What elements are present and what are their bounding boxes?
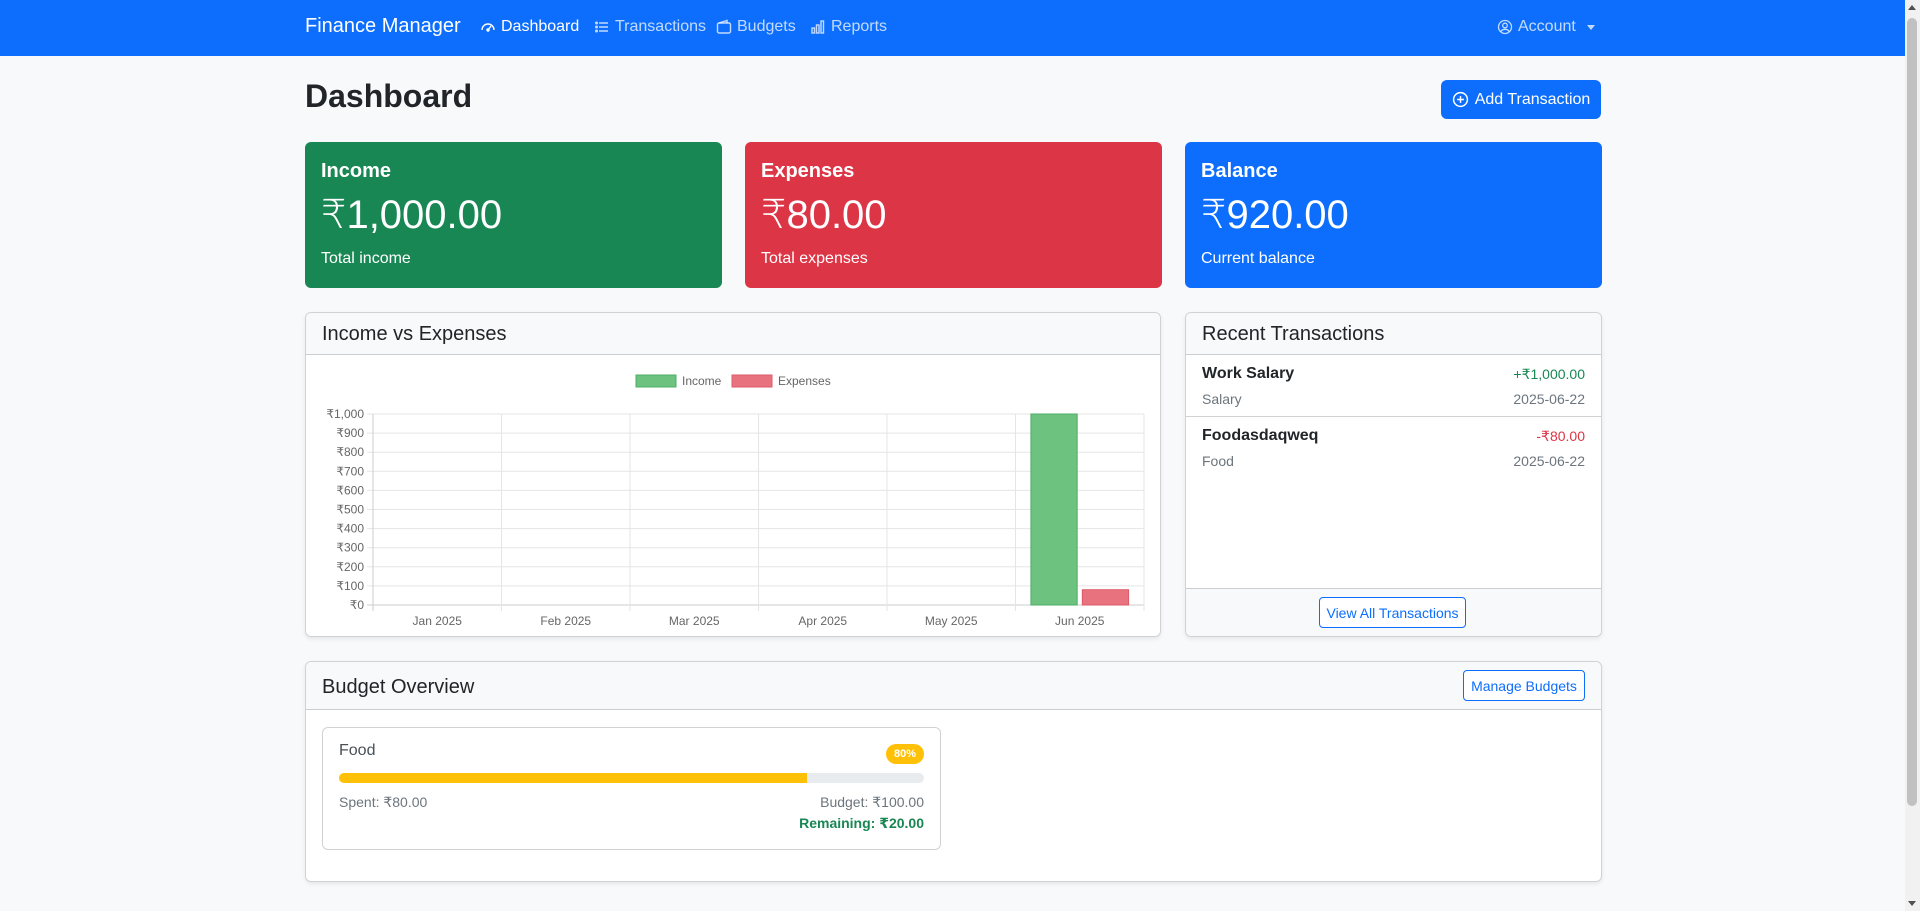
budget-overview-card: Budget Overview Manage Budgets Food 80% …	[305, 661, 1602, 882]
manage-budgets-button[interactable]: Manage Budgets	[1463, 670, 1585, 701]
bar-expenses	[1081, 589, 1130, 606]
nav-budgets-label: Budgets	[737, 18, 796, 35]
y-tick-label: ₹700	[336, 464, 364, 478]
budget-spent: Spent: ₹80.00	[339, 794, 428, 810]
balance-value: ₹920.00	[1201, 193, 1349, 237]
budget-item: Food 80% Spent: ₹80.00 Budget: ₹100.00 R…	[322, 727, 941, 850]
y-tick-label: ₹600	[336, 483, 364, 497]
y-tick-label: ₹200	[336, 560, 364, 574]
nav-budgets[interactable]: Budgets	[716, 18, 796, 36]
nav-transactions[interactable]: Transactions	[594, 18, 706, 36]
brand-link[interactable]: Finance Manager	[305, 15, 461, 38]
legend-swatch	[731, 374, 773, 388]
speedometer-icon	[481, 23, 495, 32]
bar-income	[1030, 413, 1078, 606]
legend-label: Expenses	[778, 374, 831, 388]
x-tick-label: Jan 2025	[413, 614, 463, 628]
expenses-title: Expenses	[761, 160, 855, 182]
nav-reports-label: Reports	[831, 18, 888, 35]
y-tick-label: ₹400	[336, 522, 364, 536]
budget-card-header: Budget Overview Manage Budgets	[306, 662, 1601, 710]
y-tick-label: ₹900	[336, 426, 364, 440]
budget-remaining: Remaining: ₹20.00	[799, 815, 924, 831]
y-tick-label: ₹100	[336, 579, 364, 593]
x-tick-label: May 2025	[925, 614, 978, 628]
x-tick-label: Apr 2025	[798, 614, 847, 628]
add-transaction-button[interactable]: Add Transaction	[1441, 80, 1601, 119]
income-vs-expenses-card: Income vs Expenses ₹0 ₹100 ₹200 ₹300 ₹400 ₹50…	[305, 312, 1161, 637]
x-tick-label: Jun 2025	[1055, 614, 1105, 628]
plus-circle-icon	[1452, 91, 1468, 108]
scroll-down-arrow-icon[interactable]	[1908, 901, 1916, 906]
expenses-card: Expenses ₹80.00 Total expenses	[745, 142, 1162, 288]
y-tick-label: ₹300	[336, 541, 364, 555]
budget-card-title: Budget Overview	[322, 676, 475, 698]
transaction-item[interactable]: Foodasdaqweq -₹80.00 Food 2025-06-22	[1186, 417, 1601, 479]
recent-transactions-card: Recent Transactions Work Salary +₹1,000.…	[1185, 312, 1602, 637]
transaction-date: 2025-06-22	[1513, 453, 1585, 469]
balance-card: Balance ₹920.00 Current balance	[1185, 142, 1602, 288]
transaction-item[interactable]: Work Salary +₹1,000.00 Salary 2025-06-22	[1186, 355, 1601, 417]
view-all-transactions-button[interactable]: View All Transactions	[1319, 597, 1466, 628]
scroll-thumb[interactable]	[1907, 18, 1917, 806]
transaction-category: Salary	[1202, 391, 1242, 407]
expenses-text: Total expenses	[761, 250, 868, 267]
transaction-name: Foodasdaqweq	[1202, 427, 1319, 444]
transaction-category: Food	[1202, 453, 1234, 469]
chevron-down-icon	[1586, 24, 1595, 30]
transaction-name: Work Salary	[1202, 365, 1295, 382]
balance-text: Current balance	[1201, 250, 1315, 267]
bar-chart-icon	[811, 20, 825, 34]
income-card: Income ₹1,000.00 Total income	[305, 142, 722, 288]
chart-card-title: Income vs Expenses	[322, 323, 507, 345]
budget-percent-badge: 80%	[885, 744, 924, 764]
chart-card-header: Income vs Expenses	[306, 313, 1160, 355]
account-dropdown[interactable]: Account	[1497, 18, 1595, 36]
transaction-amount: -₹80.00	[1536, 428, 1585, 444]
income-text: Total income	[321, 250, 411, 267]
wallet-icon	[716, 19, 732, 34]
nav-dashboard[interactable]: Dashboard	[480, 18, 579, 36]
y-tick-label: ₹1,000	[326, 407, 364, 421]
y-tick-label: ₹500	[336, 503, 364, 517]
income-value: ₹1,000.00	[321, 193, 503, 237]
legend-label: Income	[682, 374, 722, 388]
income-expenses-chart[interactable]: ₹0 ₹100 ₹200 ₹300 ₹400 ₹500 ₹600 ₹700 ₹800 ₹900 ₹1…	[306, 355, 1161, 637]
x-tick-label: Feb 2025	[540, 614, 591, 628]
legend-swatch	[635, 374, 677, 388]
account-label: Account	[1518, 18, 1576, 35]
income-title: Income	[321, 160, 392, 182]
person-circle-icon	[1497, 19, 1513, 35]
scroll-up-arrow-icon[interactable]	[1908, 5, 1916, 10]
x-tick-label: Mar 2025	[669, 614, 720, 628]
transaction-date: 2025-06-22	[1513, 391, 1585, 407]
list-icon	[595, 21, 608, 33]
recent-card-footer: View All Transactions	[1186, 588, 1601, 636]
balance-title: Balance	[1201, 160, 1278, 182]
add-transaction-label: Add Transaction	[1474, 90, 1591, 108]
page-scrollbar[interactable]	[1905, 0, 1920, 911]
nav-reports[interactable]: Reports	[810, 18, 887, 36]
expenses-value: ₹80.00	[761, 193, 887, 237]
budget-progress-fill	[339, 773, 807, 783]
navbar: Finance Manager Dashboard Transactions B…	[0, 0, 1905, 56]
budget-progress-bar	[339, 773, 924, 783]
recent-card-title: Recent Transactions	[1202, 323, 1385, 345]
transaction-amount: +₹1,000.00	[1513, 366, 1585, 382]
page-title: Dashboard	[305, 78, 473, 114]
nav-dashboard-label: Dashboard	[501, 18, 580, 35]
nav-transactions-label: Transactions	[615, 18, 706, 35]
y-tick-label: ₹0	[350, 598, 365, 612]
recent-card-header: Recent Transactions	[1186, 313, 1601, 355]
budget-amount: Budget: ₹100.00	[820, 794, 924, 810]
budget-item-name: Food	[339, 742, 376, 759]
y-tick-label: ₹800	[336, 445, 364, 459]
